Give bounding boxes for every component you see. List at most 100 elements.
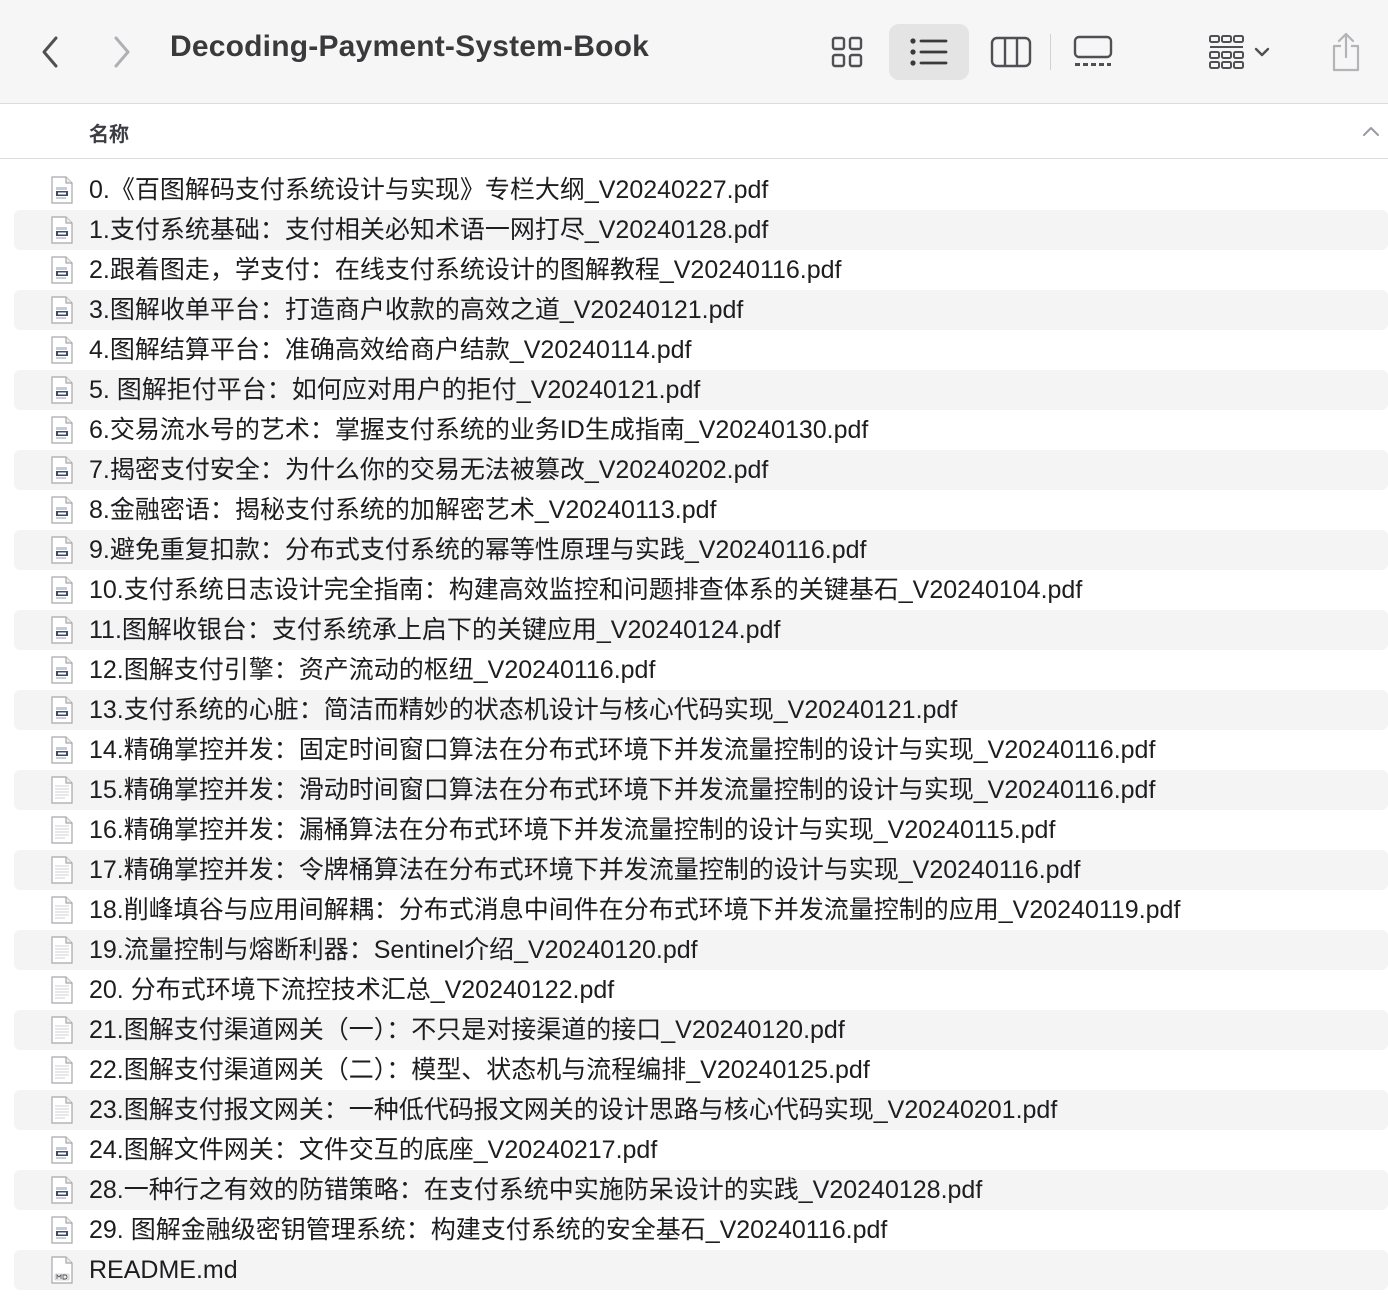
chevron-up-icon[interactable] bbox=[1362, 125, 1380, 137]
file-name: 17.精确掌控并发：令牌桶算法在分布式环境下并发流量控制的设计与实现_V2024… bbox=[89, 856, 1081, 884]
forward-button[interactable] bbox=[98, 26, 146, 78]
name-column-header[interactable]: 名称 bbox=[89, 118, 129, 147]
column-header-row: 名称 bbox=[0, 105, 1388, 159]
file-row[interactable]: 0.《百图解码支付系统设计与实现》专栏大纲_V20240227.pdf bbox=[14, 170, 1388, 210]
file-row[interactable]: 28.一种行之有效的防错策略：在支付系统中实施防呆设计的实践_V20240128… bbox=[14, 1170, 1388, 1210]
file-row[interactable]: 22.图解支付渠道网关（二）：模型、状态机与流程编排_V20240125.pdf bbox=[14, 1050, 1388, 1090]
file-name: 14.精确掌控并发：固定时间窗口算法在分布式环境下并发流量控制的设计与实现_V2… bbox=[89, 736, 1156, 764]
share-button[interactable] bbox=[1318, 24, 1374, 80]
file-row[interactable]: 11.图解收银台：支付系统承上启下的关键应用_V20240124.pdf bbox=[14, 610, 1388, 650]
chevron-right-icon bbox=[114, 36, 130, 68]
file-row[interactable]: 5. 图解拒付平台：如何应对用户的拒付_V20240121.pdf bbox=[14, 370, 1388, 410]
text-file-icon bbox=[50, 776, 74, 804]
file-name: 24.图解文件网关：文件交互的底座_V20240217.pdf bbox=[89, 1136, 658, 1164]
grid-icon bbox=[831, 36, 863, 68]
file-row[interactable]: 20. 分布式环境下流控技术汇总_V20240122.pdf bbox=[14, 970, 1388, 1010]
file-name: 18.削峰填谷与应用间解耦：分布式消息中间件在分布式环境下并发流量控制的应用_V… bbox=[89, 896, 1181, 924]
pdf-file-icon bbox=[50, 736, 74, 764]
file-name: 22.图解支付渠道网关（二）：模型、状态机与流程编排_V20240125.pdf bbox=[89, 1056, 870, 1084]
file-name: 8.金融密语：揭秘支付系统的加解密艺术_V20240113.pdf bbox=[89, 496, 717, 524]
file-row[interactable]: 9.避免重复扣款：分布式支付系统的幂等性原理与实践_V20240116.pdf bbox=[14, 530, 1388, 570]
file-row[interactable]: 16.精确掌控并发：漏桶算法在分布式环境下并发流量控制的设计与实现_V20240… bbox=[14, 810, 1388, 850]
file-row[interactable]: 19.流量控制与熔断利器：Sentinel介绍_V20240120.pdf bbox=[14, 930, 1388, 970]
pdf-file-icon bbox=[50, 456, 74, 484]
pdf-file-icon bbox=[50, 296, 74, 324]
file-name: 5. 图解拒付平台：如何应对用户的拒付_V20240121.pdf bbox=[89, 376, 701, 404]
file-name: 6.交易流水号的艺术：掌握支付系统的业务ID生成指南_V20240130.pdf bbox=[89, 416, 869, 444]
file-row[interactable]: 6.交易流水号的艺术：掌握支付系统的业务ID生成指南_V20240130.pdf bbox=[14, 410, 1388, 450]
pdf-file-icon bbox=[50, 616, 74, 644]
file-row[interactable]: 24.图解文件网关：文件交互的底座_V20240217.pdf bbox=[14, 1130, 1388, 1170]
file-name: 2.跟着图走，学支付：在线支付系统设计的图解教程_V20240116.pdf bbox=[89, 256, 842, 284]
text-file-icon bbox=[50, 856, 74, 884]
text-file-icon bbox=[50, 816, 74, 844]
file-name: 4.图解结算平台：准确高效给商户结款_V20240114.pdf bbox=[89, 336, 692, 364]
file-row[interactable]: 12.图解支付引擎：资产流动的枢纽_V20240116.pdf bbox=[14, 650, 1388, 690]
pdf-file-icon bbox=[50, 696, 74, 724]
file-row[interactable]: 23.图解支付报文网关：一种低代码报文网关的设计思路与核心代码实现_V20240… bbox=[14, 1090, 1388, 1130]
file-name: 21.图解支付渠道网关（一）：不只是对接渠道的接口_V20240120.pdf bbox=[89, 1016, 845, 1044]
file-name: 7.揭密支付安全：为什么你的交易无法被篡改_V20240202.pdf bbox=[89, 456, 769, 484]
pdf-file-icon bbox=[50, 416, 74, 444]
pdf-file-icon bbox=[50, 1136, 74, 1164]
file-name: 15.精确掌控并发：滑动时间窗口算法在分布式环境下并发流量控制的设计与实现_V2… bbox=[89, 776, 1156, 804]
group-by-button[interactable] bbox=[1208, 24, 1300, 80]
view-as-list-button[interactable] bbox=[889, 24, 969, 80]
text-file-icon bbox=[50, 1016, 74, 1044]
pdf-file-icon bbox=[50, 536, 74, 564]
pdf-file-icon bbox=[50, 1216, 74, 1244]
pdf-file-icon bbox=[50, 376, 74, 404]
pdf-file-icon bbox=[50, 656, 74, 684]
file-row[interactable]: 14.精确掌控并发：固定时间窗口算法在分布式环境下并发流量控制的设计与实现_V2… bbox=[14, 730, 1388, 770]
group-by-icon bbox=[1209, 35, 1244, 69]
window-title: Decoding-Payment-System-Book bbox=[170, 30, 650, 63]
text-file-icon bbox=[50, 1096, 74, 1124]
file-row[interactable]: 4.图解结算平台：准确高效给商户结款_V20240114.pdf bbox=[14, 330, 1388, 370]
file-row[interactable]: 18.削峰填谷与应用间解耦：分布式消息中间件在分布式环境下并发流量控制的应用_V… bbox=[14, 890, 1388, 930]
file-name: 20. 分布式环境下流控技术汇总_V20240122.pdf bbox=[89, 976, 615, 1004]
file-row[interactable]: 29. 图解金融级密钥管理系统：构建支付系统的安全基石_V20240116.pd… bbox=[14, 1210, 1388, 1250]
pdf-file-icon bbox=[50, 576, 74, 604]
text-file-icon bbox=[50, 896, 74, 924]
file-name: 1.支付系统基础：支付相关必知术语一网打尽_V20240128.pdf bbox=[89, 216, 769, 244]
file-row[interactable]: 21.图解支付渠道网关（一）：不只是对接渠道的接口_V20240120.pdf bbox=[14, 1010, 1388, 1050]
markdown-file-icon bbox=[50, 1256, 74, 1284]
text-file-icon bbox=[50, 976, 74, 1004]
file-row[interactable]: 3.图解收单平台：打造商户收款的高效之道_V20240121.pdf bbox=[14, 290, 1388, 330]
columns-icon bbox=[990, 36, 1032, 68]
file-row[interactable]: 17.精确掌控并发：令牌桶算法在分布式环境下并发流量控制的设计与实现_V2024… bbox=[14, 850, 1388, 890]
file-row[interactable]: 13.支付系统的心脏：简洁而精妙的状态机设计与核心代码实现_V20240121.… bbox=[14, 690, 1388, 730]
chevron-left-icon bbox=[42, 36, 58, 68]
pdf-file-icon bbox=[50, 496, 74, 524]
view-as-gallery-button[interactable] bbox=[1053, 24, 1133, 80]
file-name: 16.精确掌控并发：漏桶算法在分布式环境下并发流量控制的设计与实现_V20240… bbox=[89, 816, 1056, 844]
pdf-file-icon bbox=[50, 216, 74, 244]
file-row[interactable]: 10.支付系统日志设计完全指南：构建高效监控和问题排查体系的关键基石_V2024… bbox=[14, 570, 1388, 610]
file-name: 10.支付系统日志设计完全指南：构建高效监控和问题排查体系的关键基石_V2024… bbox=[89, 576, 1083, 604]
file-row[interactable]: 8.金融密语：揭秘支付系统的加解密艺术_V20240113.pdf bbox=[14, 490, 1388, 530]
gallery-icon bbox=[1073, 35, 1113, 66]
list-icon bbox=[910, 38, 948, 66]
file-name: 9.避免重复扣款：分布式支付系统的幂等性原理与实践_V20240116.pdf bbox=[89, 536, 867, 564]
file-name: 3.图解收单平台：打造商户收款的高效之道_V20240121.pdf bbox=[89, 296, 744, 324]
file-name: 19.流量控制与熔断利器：Sentinel介绍_V20240120.pdf bbox=[89, 936, 698, 964]
file-name: 11.图解收银台：支付系统承上启下的关键应用_V20240124.pdf bbox=[89, 616, 781, 644]
toolbar-divider bbox=[1050, 34, 1051, 70]
file-row[interactable]: 7.揭密支付安全：为什么你的交易无法被篡改_V20240202.pdf bbox=[14, 450, 1388, 490]
text-file-icon bbox=[50, 1056, 74, 1084]
file-name: 0.《百图解码支付系统设计与实现》专栏大纲_V20240227.pdf bbox=[89, 176, 769, 204]
file-row[interactable]: 2.跟着图走，学支付：在线支付系统设计的图解教程_V20240116.pdf bbox=[14, 250, 1388, 290]
file-row[interactable]: 15.精确掌控并发：滑动时间窗口算法在分布式环境下并发流量控制的设计与实现_V2… bbox=[14, 770, 1388, 810]
back-button[interactable] bbox=[26, 26, 74, 78]
pdf-file-icon bbox=[50, 1176, 74, 1204]
pdf-file-icon bbox=[50, 256, 74, 284]
text-file-icon bbox=[50, 936, 74, 964]
view-as-icons-button[interactable] bbox=[807, 24, 887, 80]
share-icon bbox=[1332, 32, 1360, 72]
view-as-columns-button[interactable] bbox=[971, 24, 1051, 80]
pdf-file-icon bbox=[50, 336, 74, 364]
file-list: 0.《百图解码支付系统设计与实现》专栏大纲_V20240227.pdf 1.支付系… bbox=[0, 170, 1388, 1290]
finder-toolbar: Decoding-Payment-System-Book bbox=[0, 0, 1388, 104]
file-row[interactable]: README.md bbox=[14, 1250, 1388, 1290]
file-row[interactable]: 1.支付系统基础：支付相关必知术语一网打尽_V20240128.pdf bbox=[14, 210, 1388, 250]
